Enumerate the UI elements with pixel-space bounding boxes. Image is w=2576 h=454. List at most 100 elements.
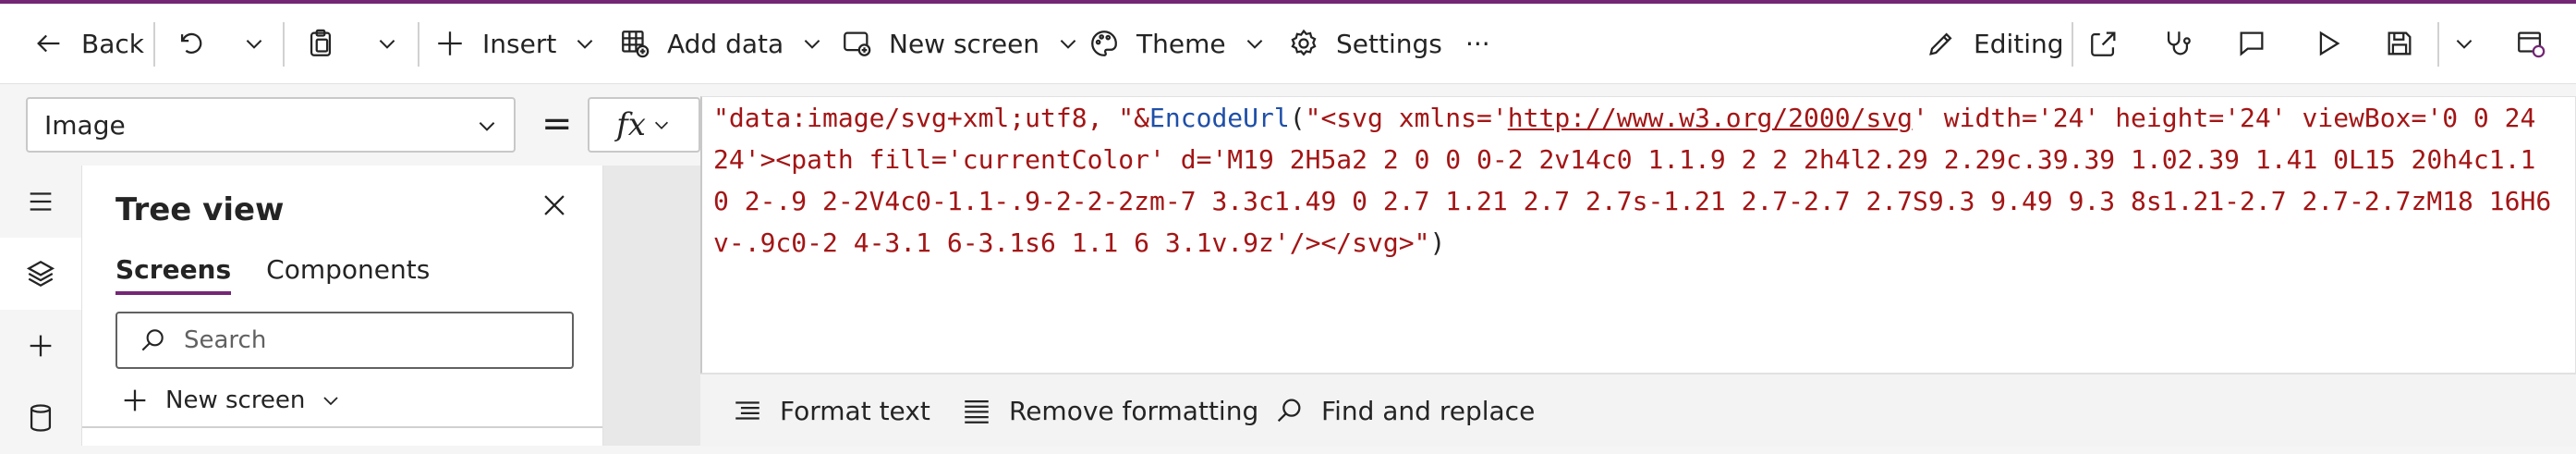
formula-footer: Format text Remove formatting Find and r… (700, 374, 2576, 447)
separator (283, 22, 285, 67)
chevron-down-icon (479, 122, 495, 131)
pencil-icon (1929, 32, 1952, 55)
command-bar: Back Insert Add data New screen Theme Se… (0, 4, 2576, 84)
tab-components[interactable]: Components (266, 254, 430, 295)
publish-icon (2518, 31, 2546, 58)
remove-formatting-icon (965, 399, 989, 423)
screen-add-icon (844, 31, 871, 56)
tree-view-tabs: Screens Components (115, 254, 430, 295)
add-data-label: Add data (667, 28, 784, 59)
search-icon (1277, 399, 1301, 423)
new-screen-label: New screen (889, 28, 1040, 59)
fx-label: fx (616, 106, 646, 143)
settings-button[interactable]: Settings (1288, 4, 1442, 83)
comment-icon (2240, 31, 2264, 56)
separator (2437, 22, 2439, 67)
undo-button[interactable] (176, 4, 207, 83)
formula-paren-close: ) (1429, 227, 1446, 258)
formula-text: "data:image/svg+xml;utf8, "&EncodeUrl("<… (713, 97, 2561, 264)
add-data-chevron (800, 31, 824, 55)
chevron-down-icon (577, 40, 593, 49)
close-icon (544, 195, 565, 215)
arrow-left-icon (37, 34, 60, 53)
insert-label: Insert (482, 28, 557, 59)
insert-button[interactable]: Insert (434, 4, 597, 83)
new-screen-button[interactable]: New screen (841, 4, 1080, 83)
formula-editor[interactable]: "data:image/svg+xml;utf8, "&EncodeUrl("<… (700, 96, 2576, 374)
more-label: ··· (1465, 28, 1490, 59)
separator (153, 22, 155, 67)
chevron-down-icon (2456, 40, 2473, 49)
formula-string-prefix: "data:image/svg+xml;utf8, "& (713, 103, 1150, 133)
chevron-down-icon (804, 40, 820, 49)
save-button[interactable] (2384, 4, 2415, 83)
left-rail (0, 166, 82, 446)
fx-button[interactable]: fx (588, 97, 700, 153)
equals-sign: = (541, 103, 573, 145)
share-button[interactable] (2088, 4, 2120, 83)
tree-view-title: Tree view (115, 191, 285, 228)
format-text-button[interactable]: Format text (732, 374, 930, 447)
search-icon (141, 329, 164, 351)
remove-formatting-label: Remove formatting (1009, 395, 1259, 426)
chevron-down-icon (654, 121, 668, 129)
hamburger-icon (30, 192, 52, 211)
tree-search-input[interactable]: Search (115, 312, 574, 369)
tree-view-panel: Tree view Screens Components Search New … (82, 166, 603, 446)
database-icon (30, 404, 52, 432)
hamburger-menu-button[interactable] (0, 166, 81, 238)
separator (2072, 22, 2073, 67)
new-screen-chevron (1056, 31, 1080, 55)
theme-button[interactable]: Theme (1088, 4, 1267, 83)
chevron-down-icon (246, 40, 262, 49)
chevron-down-icon (1246, 40, 1262, 49)
add-data-button[interactable]: Add data (619, 4, 824, 83)
back-button[interactable]: Back (33, 4, 144, 83)
table-add-icon (622, 31, 650, 58)
separator (418, 22, 419, 67)
app-checker-button[interactable] (2162, 4, 2193, 83)
more-button[interactable]: ··· (1465, 4, 1490, 83)
formula-url-link[interactable]: http://www.w3.org/2000/svg (1508, 103, 1913, 133)
back-label: Back (81, 28, 144, 59)
format-text-icon (735, 401, 759, 420)
comments-button[interactable] (2236, 4, 2267, 83)
tree-new-screen-label: New screen (165, 387, 306, 414)
theme-chevron (1243, 31, 1267, 55)
tree-divider (82, 426, 602, 428)
paste-button[interactable] (305, 4, 336, 83)
editing-button[interactable]: Editing (1926, 4, 2064, 83)
property-chevron (475, 114, 499, 144)
tree-view-button[interactable] (0, 238, 81, 310)
tree-view-close-button[interactable] (539, 190, 570, 225)
save-icon (2388, 31, 2412, 55)
save-dropdown[interactable] (2452, 4, 2476, 83)
formula-string-start: "<svg xmlns=' (1305, 103, 1508, 133)
find-replace-button[interactable]: Find and replace (1273, 374, 1535, 447)
tree-new-screen-button[interactable]: New screen (119, 380, 342, 421)
publish-button[interactable] (2515, 4, 2546, 83)
canvas-area (603, 166, 700, 446)
insert-rail-button[interactable] (0, 310, 81, 382)
gear-icon (1291, 29, 1317, 56)
property-dropdown[interactable]: Image (26, 97, 516, 153)
layers-icon (26, 260, 55, 288)
chevron-down-icon (323, 397, 339, 406)
settings-label: Settings (1336, 28, 1442, 59)
find-replace-label: Find and replace (1321, 395, 1536, 426)
editing-label: Editing (1974, 28, 2064, 59)
plus-icon (30, 335, 52, 357)
stethoscope-icon (2167, 31, 2191, 55)
preview-button[interactable] (2312, 4, 2343, 83)
undo-dropdown[interactable] (242, 4, 266, 83)
data-rail-button[interactable] (0, 382, 81, 454)
tab-screens[interactable]: Screens (115, 254, 232, 295)
formula-function: EncodeUrl (1149, 103, 1290, 133)
paste-dropdown[interactable] (375, 4, 399, 83)
format-text-label: Format text (780, 395, 930, 426)
chevron-down-icon (1060, 40, 1076, 49)
plus-icon (124, 389, 146, 411)
remove-formatting-button[interactable]: Remove formatting (961, 374, 1258, 447)
chevron-down-icon (379, 40, 395, 49)
play-icon (2319, 31, 2340, 56)
